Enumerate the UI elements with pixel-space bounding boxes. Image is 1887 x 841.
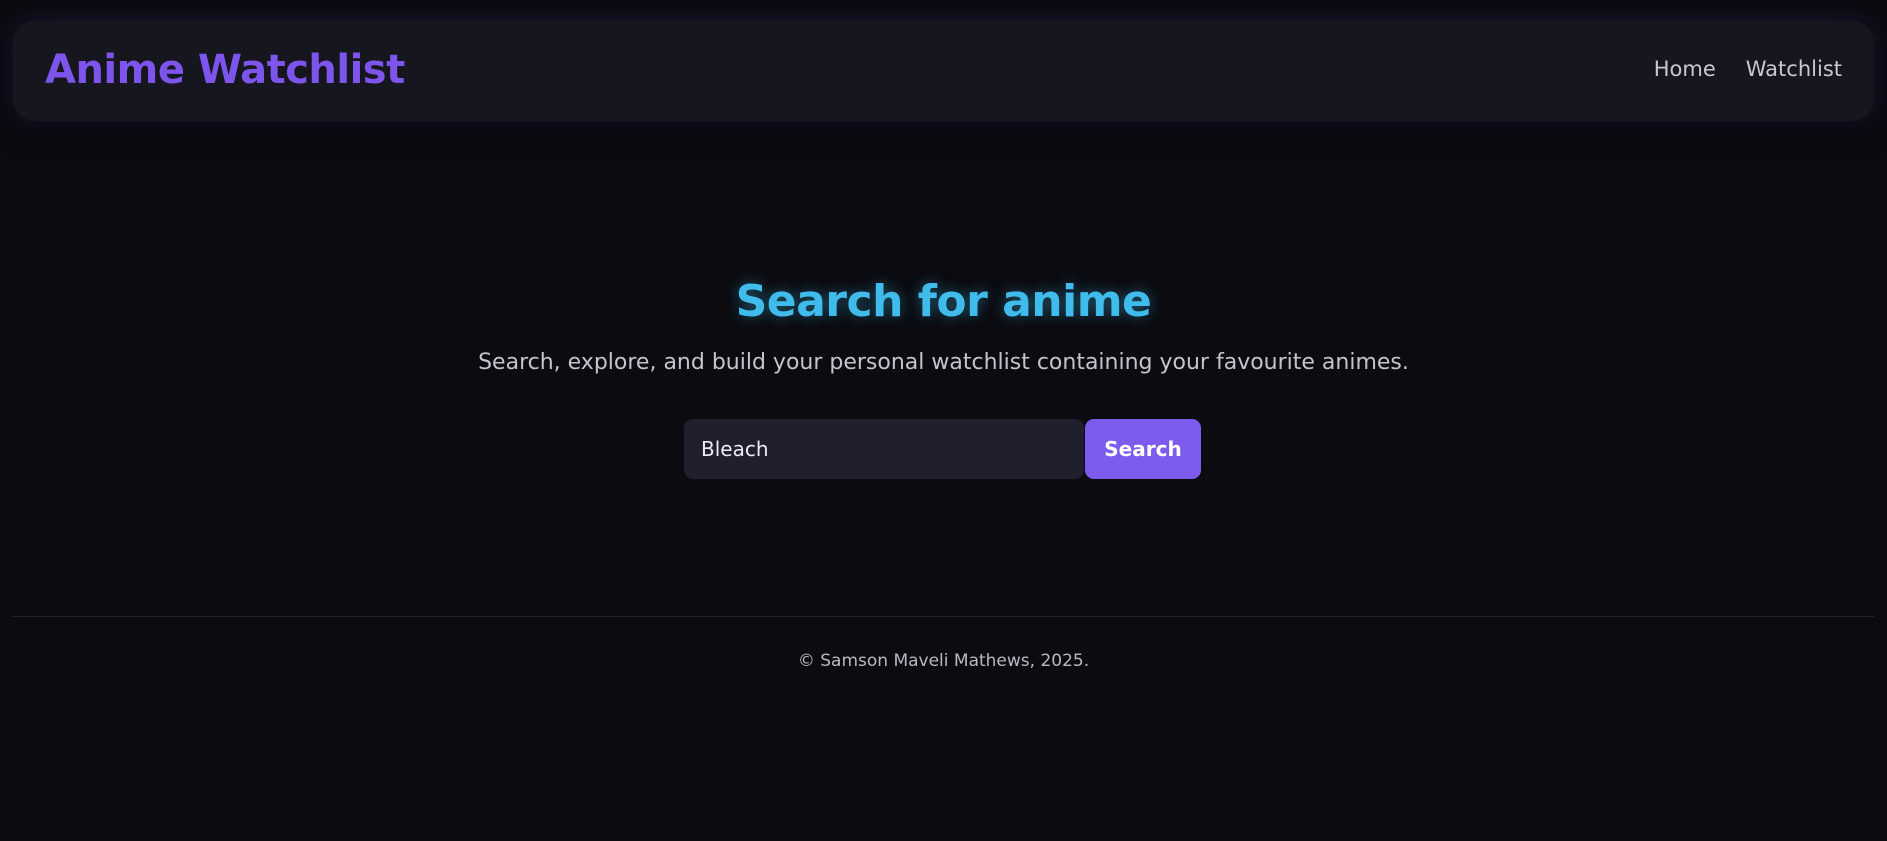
site-logo[interactable]: Anime Watchlist [45,47,405,93]
footer-copyright: © Samson Maveli Mathews, 2025. [797,651,1090,671]
site-header: Anime Watchlist Home Watchlist [13,21,1874,121]
search-button[interactable]: Search [1085,419,1201,479]
main-nav: Home Watchlist [1654,57,1842,81]
search-input[interactable] [684,419,1084,479]
search-form: Search [684,419,1201,479]
nav-link-watchlist[interactable]: Watchlist [1746,57,1842,81]
footer-divider [13,616,1874,617]
nav-link-home[interactable]: Home [1654,57,1716,81]
page-title: Search for anime [735,276,1152,327]
page-subtitle: Search, explore, and build your personal… [478,350,1409,375]
